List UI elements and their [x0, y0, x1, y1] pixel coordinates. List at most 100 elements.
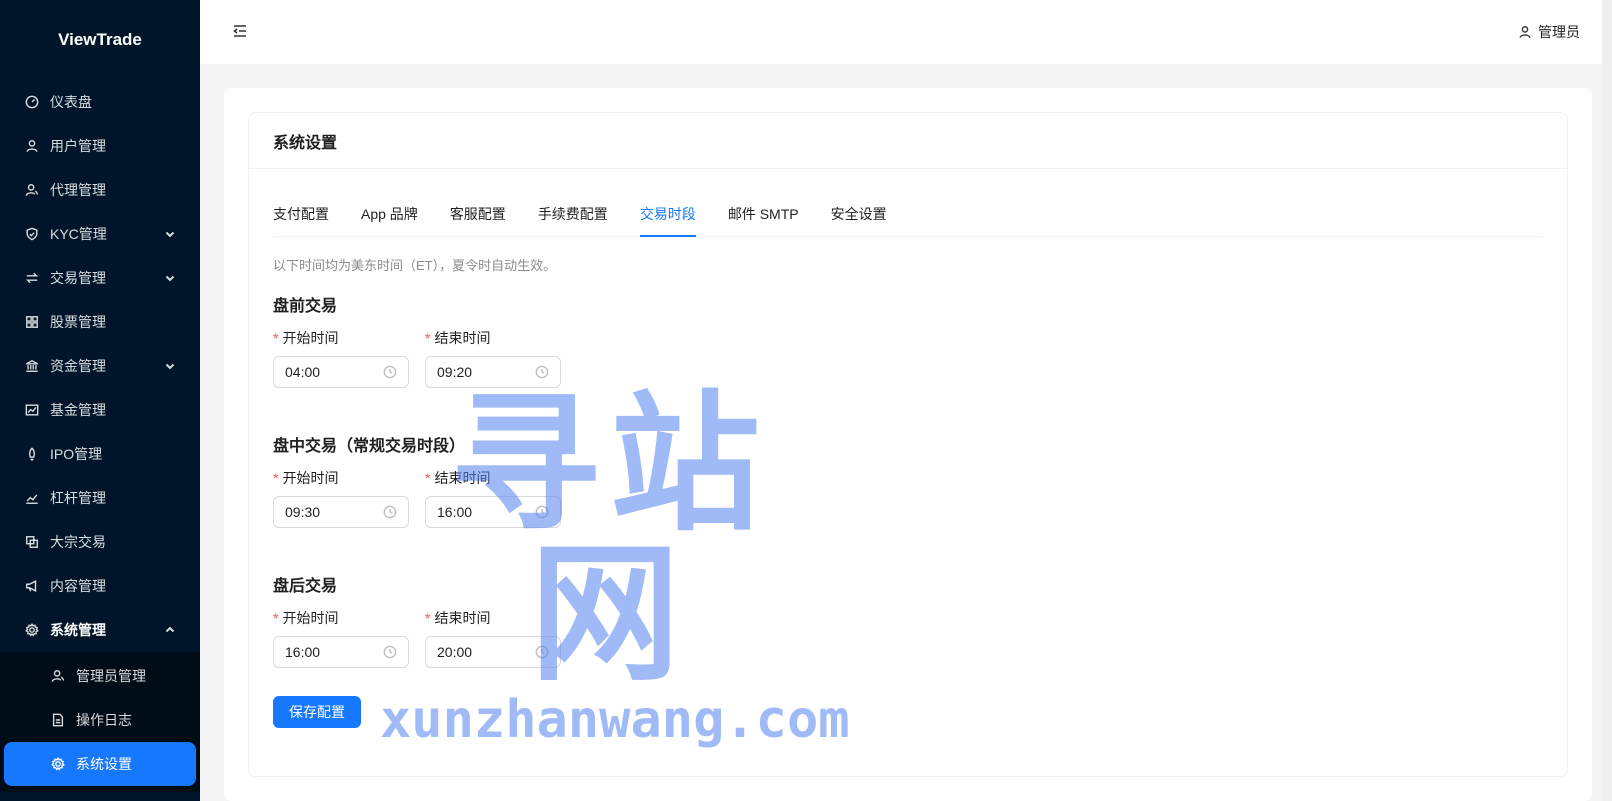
tab-trading-hours[interactable]: 交易时段 — [639, 204, 696, 237]
field-label: 开始时间 — [282, 470, 339, 486]
user-icon — [24, 138, 40, 154]
sidebar-item-label: 系统管理 — [50, 622, 106, 638]
settings-tabs: 支付配置 App 品牌 客服配置 手续费配置 交易时段 邮件 SMTP 安全设置 — [273, 193, 1543, 237]
block-icon — [24, 534, 40, 550]
field-label: 结束时间 — [434, 610, 491, 626]
dashboard-icon — [24, 94, 40, 110]
sidebar-item-stocks[interactable]: 股票管理 — [0, 300, 200, 344]
sidebar-item-content[interactable]: 内容管理 — [0, 564, 200, 608]
chevron-down-icon — [164, 360, 176, 372]
sidebar-item-block-trade[interactable]: 大宗交易 — [0, 520, 200, 564]
sidebar-item-funds[interactable]: 资金管理 — [0, 344, 200, 388]
end-time-field: * 结束时间 20:00 — [425, 608, 561, 668]
menu-fold-icon[interactable] — [232, 23, 250, 41]
field-label: 开始时间 — [282, 330, 339, 346]
app-logo: ViewTrade — [58, 30, 142, 49]
sidebar-item-label: 系统设置 — [76, 756, 132, 772]
clock-icon — [535, 365, 549, 379]
required-mark: * — [273, 470, 279, 486]
sidebar-item-label: 基金管理 — [50, 402, 106, 418]
tab-customer-service[interactable]: 客服配置 — [450, 204, 506, 236]
card-body: 支付配置 App 品牌 客服配置 手续费配置 交易时段 邮件 SMTP 安全设置… — [249, 169, 1567, 752]
clock-icon — [383, 365, 397, 379]
tab-payment[interactable]: 支付配置 — [273, 204, 329, 236]
sidebar-item-label: 仪表盘 — [50, 94, 92, 110]
sidebar-item-agents[interactable]: 代理管理 — [0, 168, 200, 212]
sidebar-item-label: KYC管理 — [50, 226, 107, 242]
end-time-field: * 结束时间 09:20 — [425, 328, 561, 388]
time-value: 09:30 — [285, 504, 321, 520]
sidebar-item-label: 资金管理 — [50, 358, 106, 374]
gear-icon — [24, 622, 40, 638]
sidebar-item-users[interactable]: 用户管理 — [0, 124, 200, 168]
sidebar-item-leverage[interactable]: 杠杆管理 — [0, 476, 200, 520]
end-time-input[interactable]: 20:00 — [425, 636, 561, 668]
save-config-button[interactable]: 保存配置 — [273, 696, 361, 728]
end-time-input[interactable]: 16:00 — [425, 496, 561, 528]
tab-smtp[interactable]: 邮件 SMTP — [728, 204, 799, 236]
scrollbar[interactable] — [1602, 0, 1612, 801]
bank-icon — [24, 358, 40, 374]
sidebar-item-admin-management[interactable]: 管理员管理 — [0, 654, 200, 698]
sidebar-item-operation-log[interactable]: 操作日志 — [0, 698, 200, 742]
tab-app-brand[interactable]: App 品牌 — [361, 204, 418, 236]
start-time-input[interactable]: 09:30 — [273, 496, 409, 528]
clock-icon — [383, 505, 397, 519]
field-label: 结束时间 — [434, 470, 491, 486]
field-label: 开始时间 — [282, 610, 339, 626]
fund-chart-icon — [24, 402, 40, 418]
sidebar-item-label: 代理管理 — [50, 182, 106, 198]
shield-icon — [24, 226, 40, 242]
sidebar-item-ipo[interactable]: IPO管理 — [0, 432, 200, 476]
end-time-input[interactable]: 09:20 — [425, 356, 561, 388]
file-icon — [50, 712, 66, 728]
timezone-hint: 以下时间均为美东时间（ET），夏令时自动生效。 — [273, 258, 557, 273]
rocket-icon — [24, 446, 40, 462]
start-time-input[interactable]: 04:00 — [273, 356, 409, 388]
page-title: 系统设置 — [249, 113, 1567, 169]
sidebar-item-trading[interactable]: 交易管理 — [0, 256, 200, 300]
section-title: 盘前交易 — [273, 298, 338, 315]
sidebar-item-kyc[interactable]: KYC管理 — [0, 212, 200, 256]
sidebar-item-dashboard[interactable]: 仪表盘 — [0, 80, 200, 124]
sidebar-item-label: 股票管理 — [50, 314, 106, 330]
section-title: 盘中交易（常规交易时段） — [273, 438, 466, 455]
sidebar: ViewTrade 仪表盘 用户管理 代理管理 KYC管理 交易管理 股票管理 — [0, 0, 200, 801]
start-time-input[interactable]: 16:00 — [273, 636, 409, 668]
user-name: 管理员 — [1538, 24, 1580, 40]
sidebar-item-label: 内容管理 — [50, 578, 106, 594]
time-value: 16:00 — [285, 644, 321, 660]
agent-icon — [24, 182, 40, 198]
required-mark: * — [425, 330, 431, 346]
time-value: 04:00 — [285, 364, 321, 380]
chevron-down-icon — [164, 272, 176, 284]
section-after-hours: 盘后交易 * 开始时间 16:00 * 结束时间 20:00 — [273, 572, 1543, 668]
sidebar-submenu-system: 管理员管理 操作日志 系统设置 — [0, 652, 200, 792]
sidebar-item-label: 大宗交易 — [50, 534, 106, 550]
gear-icon — [50, 756, 66, 772]
end-time-field: * 结束时间 16:00 — [425, 468, 561, 528]
section-pre-market: 盘前交易 * 开始时间 04:00 * 结束时间 09:20 — [273, 292, 1543, 388]
section-title: 盘后交易 — [273, 578, 338, 595]
required-mark: * — [273, 330, 279, 346]
admin-icon — [50, 668, 66, 684]
tab-fees[interactable]: 手续费配置 — [538, 204, 608, 236]
sidebar-item-fund-products[interactable]: 基金管理 — [0, 388, 200, 432]
chevron-up-icon — [164, 624, 176, 636]
sidebar-item-system[interactable]: 系统管理 — [0, 608, 200, 652]
time-value: 16:00 — [437, 504, 473, 520]
time-value: 20:00 — [437, 644, 473, 660]
user-icon — [1519, 26, 1531, 38]
sidebar-item-label: 用户管理 — [50, 138, 106, 154]
user-menu[interactable]: 管理员 — [1518, 22, 1580, 42]
tab-security[interactable]: 安全设置 — [831, 204, 887, 236]
top-header: 管理员 — [200, 0, 1612, 64]
required-mark: * — [425, 610, 431, 626]
sidebar-menu: 仪表盘 用户管理 代理管理 KYC管理 交易管理 股票管理 资金管理 基金管理 … — [0, 80, 200, 652]
field-label: 结束时间 — [434, 330, 491, 346]
sidebar-item-label: IPO管理 — [50, 446, 103, 462]
start-time-field: * 开始时间 16:00 — [273, 608, 409, 668]
main-content: 系统设置 支付配置 App 品牌 客服配置 手续费配置 交易时段 邮件 SMTP… — [224, 88, 1592, 801]
section-regular-hours: 盘中交易（常规交易时段） * 开始时间 09:30 * 结束时间 16:00 — [273, 432, 1543, 528]
sidebar-item-system-settings[interactable]: 系统设置 — [4, 742, 196, 786]
